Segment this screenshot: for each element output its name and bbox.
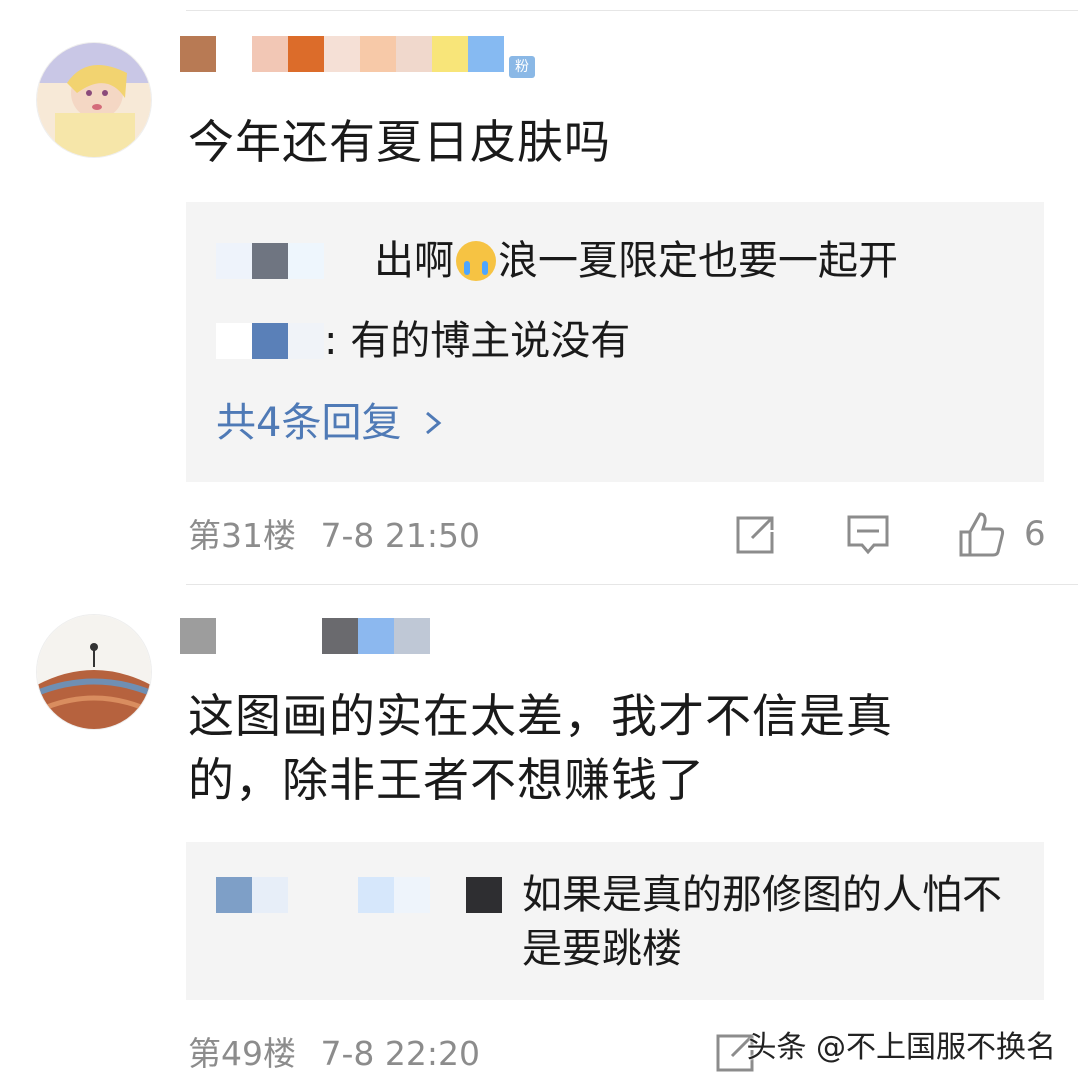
comment-icon [847, 515, 889, 555]
username-redacted [216, 877, 252, 913]
username-redacted [466, 877, 502, 913]
reply-item: 出啊 浪一夏限定也要一起开 [216, 234, 1024, 288]
reply-box[interactable]: 出啊 浪一夏限定也要一起开 : 有的博主说没有 共4条回复 [186, 202, 1044, 482]
reply-button[interactable] [846, 514, 890, 556]
crying-emoji-icon [456, 241, 496, 281]
share-icon [736, 516, 774, 554]
username-redacted [216, 323, 252, 359]
thumbs-up-icon [959, 512, 1005, 557]
username-redacted[interactable] [180, 36, 504, 72]
username-redacted[interactable] [180, 618, 430, 654]
fan-badge: 粉 [509, 56, 535, 78]
username-redacted [502, 877, 522, 913]
username-redacted [288, 323, 324, 359]
username-redacted [288, 877, 358, 913]
avatar[interactable] [36, 42, 152, 158]
like-count: 6 [1024, 514, 1046, 554]
reply-text: 浪一夏限定也要一起开 [498, 238, 898, 284]
username-redacted [216, 243, 252, 279]
comment-text: 这图画的实在太差，我才不信是真的，除非王者不想赚钱了 [188, 689, 893, 807]
floor-number: 第49楼 [188, 1034, 296, 1073]
username-redacted [252, 243, 288, 279]
comment-item: 这图画的实在太差，我才不信是真的，除非王者不想赚钱了 如果是真的那修图的人怕不是… [0, 584, 1078, 1090]
reply-item: 如果是真的那修图的人怕不是要跳楼 [216, 868, 1024, 976]
floor-number: 第31楼 [188, 516, 296, 555]
share-button[interactable] [734, 514, 776, 556]
avatar[interactable] [36, 614, 152, 730]
reply-box[interactable]: 如果是真的那修图的人怕不是要跳楼 [186, 842, 1044, 1000]
reply-text: : 有的博主说没有 [324, 318, 631, 364]
timestamp: 7-8 22:20 [320, 1034, 481, 1073]
reply-prefix: 出啊 [374, 238, 454, 284]
comment-meta: 第49楼 7-8 22:20 [188, 1034, 480, 1074]
comment-text: 今年还有夏日皮肤吗 [188, 115, 611, 169]
username-redacted [288, 243, 324, 279]
chevron-right-icon [426, 411, 442, 435]
view-all-replies-link[interactable]: 共4条回复 [216, 396, 453, 450]
like-button[interactable]: 6 [958, 510, 1046, 558]
username-redacted [252, 323, 288, 359]
username-redacted [252, 877, 288, 913]
comment-item: 粉 今年还有夏日皮肤吗 出啊 浪一夏限定也要一起开 : 有的博主说没有 共4条回… [0, 0, 1078, 580]
timestamp: 7-8 21:50 [320, 516, 481, 555]
reply-item: : 有的博主说没有 [216, 314, 1024, 368]
comment-meta: 第31楼 7-8 21:50 [188, 516, 480, 556]
reply-text: 如果是真的那修图的人怕不是要跳楼 [522, 872, 1002, 972]
username-redacted [358, 877, 394, 913]
username-redacted [430, 877, 466, 913]
watermark: 头条 @不上国服不换名 [746, 1030, 1056, 1065]
username-redacted [394, 877, 430, 913]
reply-count: 共4条回复 [216, 400, 402, 446]
